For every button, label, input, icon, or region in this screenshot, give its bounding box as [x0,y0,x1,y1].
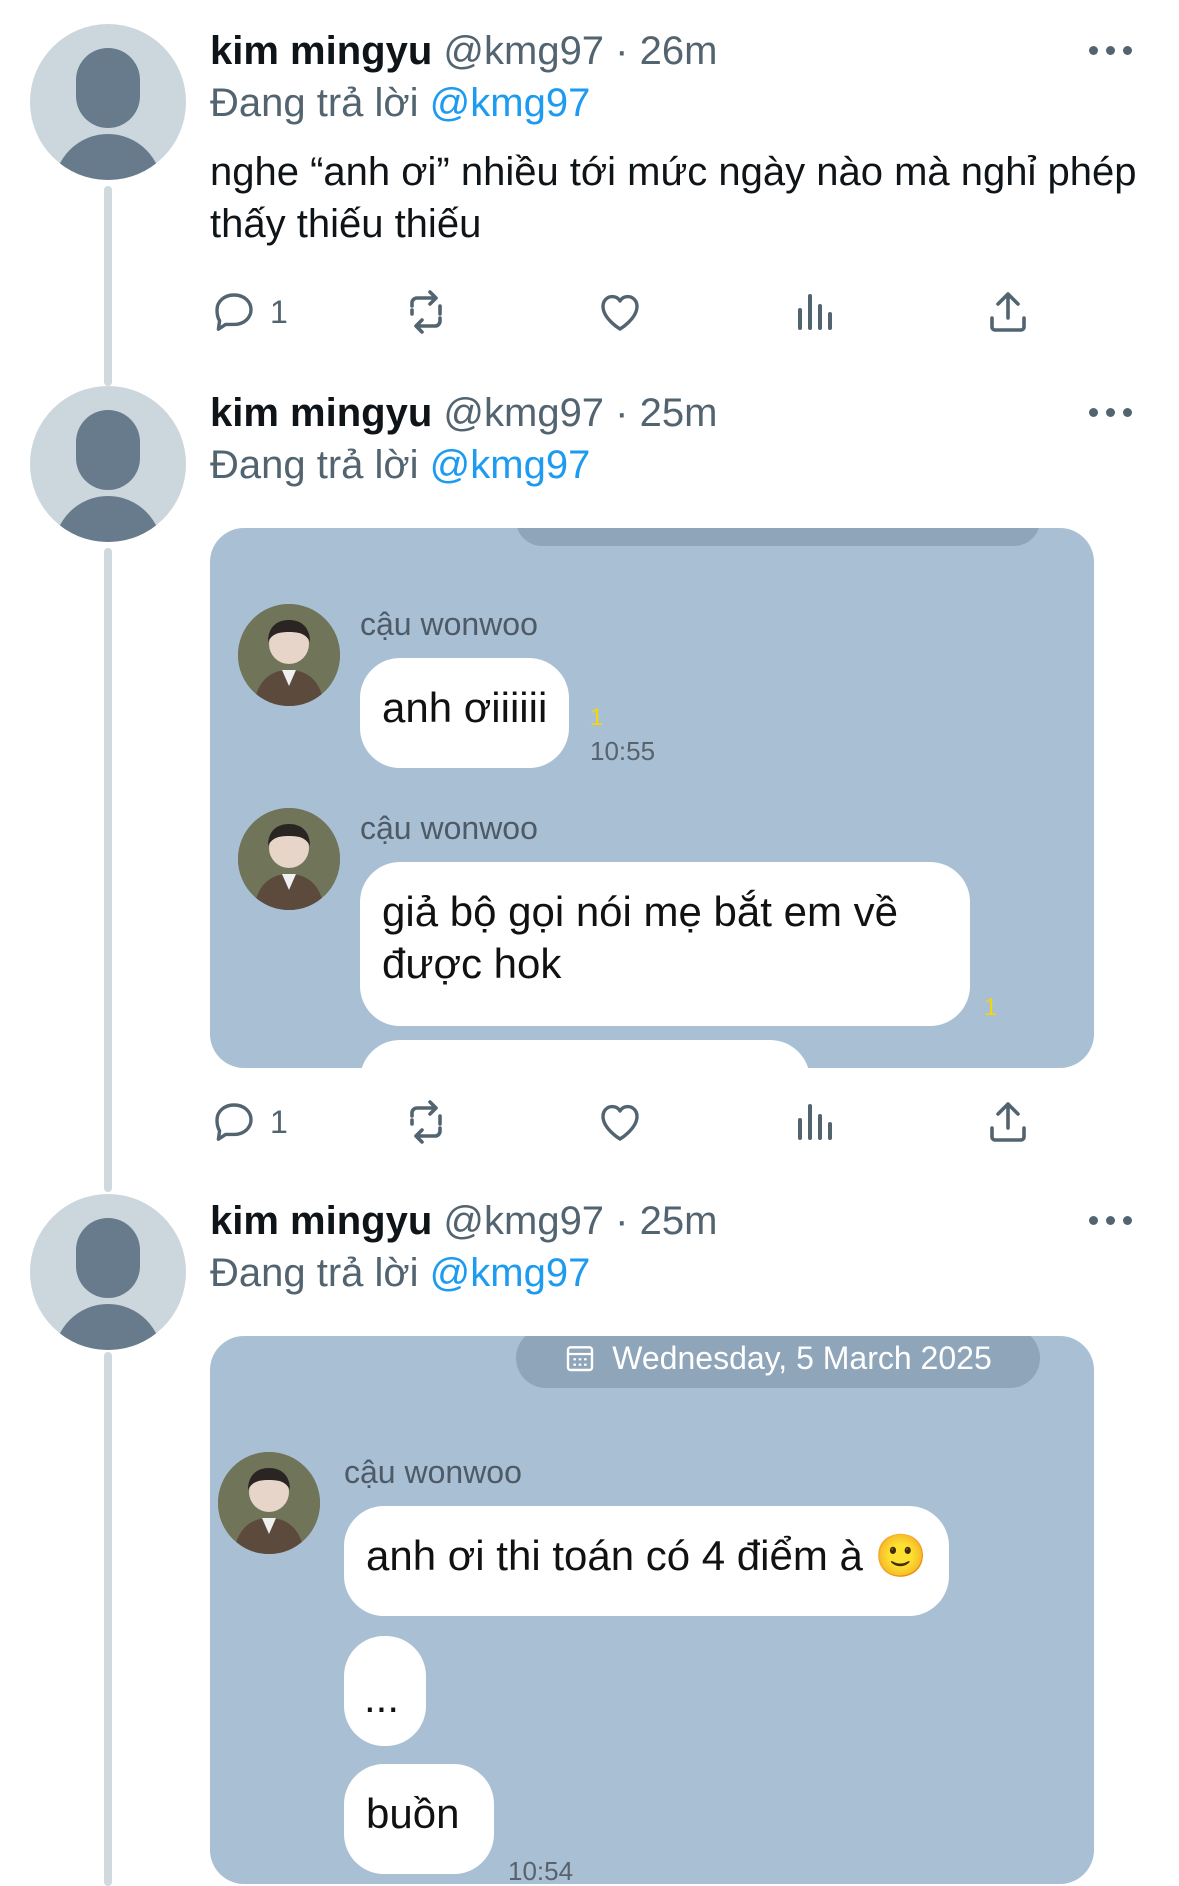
author-name[interactable]: kim mingyu [210,29,432,73]
read-receipt: 1 [590,704,604,731]
more-icon[interactable] [1089,1210,1133,1230]
chat-avatar [218,1452,320,1554]
message-time: 10:54 [508,1856,574,1884]
reply-count: 1 [270,1103,288,1140]
tweet-header: kim mingyu @kmg97 · 26m [210,26,717,76]
reply-handle-link[interactable]: @kmg97 [430,1251,591,1295]
tweet[interactable]: kim mingyu @kmg97 · 26m Đang trả lời @km… [0,0,1179,360]
avatar[interactable] [30,386,186,542]
chat-bubble: ... [344,1636,426,1746]
read-receipt: 1 [984,994,998,1021]
reply-icon [215,293,253,331]
more-icon[interactable] [1089,402,1133,422]
share-button[interactable] [984,1094,1032,1150]
retweet-button[interactable] [402,284,450,340]
replying-to: Đang trả lời @kmg97 [210,78,590,128]
like-button[interactable] [596,284,644,340]
views-icon [798,1104,832,1140]
date-pill [516,528,1040,546]
reply-button[interactable]: 1 [210,1094,288,1150]
avatar[interactable] [30,24,186,180]
chat-screenshot[interactable]: Wednesday, 5 March 2025 cậu wonwoo anh ơ… [210,1336,1094,1884]
views-button[interactable] [790,284,838,340]
replying-to: Đang trả lời @kmg97 [210,440,590,490]
reply-count: 1 [270,293,288,330]
retweet-icon [410,1100,442,1144]
reply-handle-link[interactable]: @kmg97 [430,443,591,487]
retweet-button[interactable] [402,1094,450,1150]
heart-icon [601,1104,639,1141]
chat-bubble: anh ơiiiiii [360,658,570,768]
views-icon [798,294,832,330]
chat-avatar [238,604,340,706]
reply-prefix: Đang trả lời [210,81,419,125]
tweet-header: kim mingyu @kmg97 · 25m [210,388,717,438]
tweet[interactable]: kim mingyu @kmg97 · 25m Đang trả lời @km… [0,362,1179,1174]
chat-bubble: giả bộ gọi nói mẹ bắt em về được hok [360,862,970,1026]
author-name[interactable]: kim mingyu [210,391,432,435]
message-time: 10:55 [590,736,656,766]
chat-sender-name: cậu wonwoo [360,810,538,846]
author-name[interactable]: kim mingyu [210,1199,432,1243]
avatar[interactable] [30,1194,186,1350]
views-button[interactable] [790,1094,838,1150]
tweet[interactable]: kim mingyu @kmg97 · 25m Đang trả lời @km… [0,1170,1179,1886]
chat-bubble-partial [360,1040,810,1068]
tweet-text: nghe “anh ơi” nhiều tới mức ngày nào mà … [210,150,1137,246]
date-pill: Wednesday, 5 March 2025 [516,1336,1040,1388]
handle-time: @kmg97 · 25m [443,1199,718,1243]
chat-avatar [238,808,340,910]
retweet-icon [410,290,442,334]
heart-icon [601,294,639,331]
tweet-actions: 1 [210,284,1060,340]
tweet-actions: 1 [210,1094,1060,1150]
chat-sender-name: cậu wonwoo [344,1454,522,1490]
chat-bubble: buồn [344,1764,494,1874]
more-icon[interactable] [1089,40,1133,60]
share-icon [990,1102,1026,1142]
replying-to: Đang trả lời @kmg97 [210,1248,590,1298]
chat-screenshot[interactable]: cậu wonwoo anh ơiiiiii 1 10:55 cậu wonwo… [210,528,1094,1068]
reply-prefix: Đang trả lời [210,443,419,487]
handle-time: @kmg97 · 25m [443,391,718,435]
date-label: Wednesday, 5 March 2025 [612,1339,992,1376]
share-button[interactable] [984,284,1032,340]
like-button[interactable] [596,1094,644,1150]
calendar-icon [567,1346,594,1372]
reply-button[interactable]: 1 [210,284,288,340]
chat-bubble: anh ơi thi toán có 4 điểm à 🙂 [344,1506,949,1616]
handle-time: @kmg97 · 26m [443,29,718,73]
reply-icon [215,1103,253,1141]
tweet-header: kim mingyu @kmg97 · 25m [210,1196,717,1246]
chat-sender-name: cậu wonwoo [360,606,538,642]
share-icon [990,292,1026,332]
reply-handle-link[interactable]: @kmg97 [430,81,591,125]
reply-prefix: Đang trả lời [210,1251,419,1295]
